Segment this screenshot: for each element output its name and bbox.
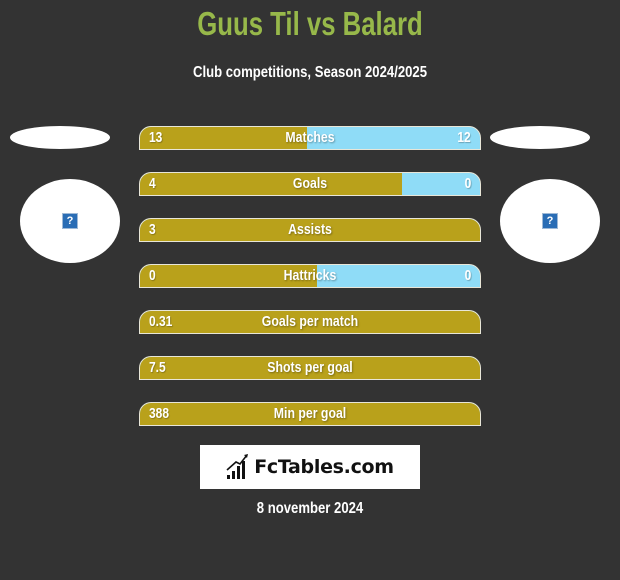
page-subtitle: Club competitions, Season 2024/2025 (192, 64, 428, 81)
stat-row-matches: 13 Matches 12 (139, 126, 481, 150)
stat-row-hattricks: 0 Hattricks 0 (139, 264, 481, 288)
stat-label: Goals per match (261, 313, 359, 330)
right-value: 0 (464, 267, 471, 284)
stat-label: Assists (288, 221, 332, 238)
broken-image-icon: ? (542, 213, 558, 229)
stat-label: Shots per goal (267, 359, 353, 376)
date-label: 8 november 2024 (256, 500, 364, 517)
left-value: 13 (149, 129, 163, 146)
left-value: 0.31 (149, 313, 173, 330)
bar-chart-icon (226, 454, 249, 479)
fctables-logo[interactable]: FcTables.com (200, 445, 420, 489)
left-value: 4 (149, 175, 156, 192)
left-value: 7.5 (149, 359, 166, 376)
stat-row-min-per-goal: 388 Min per goal (139, 402, 481, 426)
stat-label: Matches (285, 129, 335, 146)
stat-row-shots-per-goal: 7.5 Shots per goal (139, 356, 481, 380)
right-player-avatar: ? (500, 179, 600, 263)
left-player-name-placeholder (10, 126, 110, 149)
broken-image-icon: ? (62, 213, 78, 229)
logo-text: FcTables.com (254, 456, 394, 478)
stat-row-assists: 3 Assists (139, 218, 481, 242)
page-title: Guus Til vs Balard (197, 5, 423, 42)
stat-label: Goals (292, 175, 328, 192)
stat-row-goals-per-match: 0.31 Goals per match (139, 310, 481, 334)
left-value: 3 (149, 221, 156, 238)
stat-label: Hattricks (283, 267, 337, 284)
right-value: 0 (464, 175, 471, 192)
right-player-name-placeholder (490, 126, 590, 149)
right-value: 12 (457, 129, 471, 146)
stat-label: Min per goal (273, 405, 347, 422)
left-value: 388 (149, 405, 170, 422)
left-player-avatar: ? (20, 179, 120, 263)
stat-row-goals: 4 Goals 0 (139, 172, 481, 196)
left-value: 0 (149, 267, 156, 284)
